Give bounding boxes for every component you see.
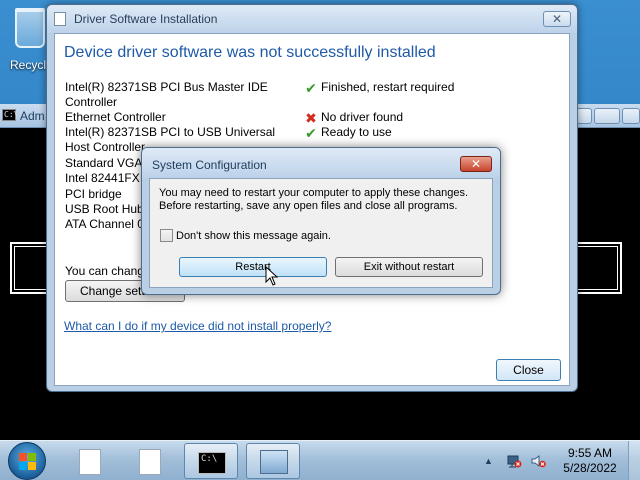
help-link[interactable]: What can I do if my device did not insta… xyxy=(64,319,331,333)
show-desktop-button[interactable] xyxy=(628,441,640,480)
close-icon[interactable]: ✕ xyxy=(460,156,492,172)
status-text: Finished, restart required xyxy=(321,80,455,94)
document-icon xyxy=(139,449,161,475)
exit-without-restart-button[interactable]: Exit without restart xyxy=(335,257,483,277)
list-item: Ethernet Controller ✖ No driver found xyxy=(63,110,553,125)
device-name: Intel(R) 82371SB PCI Bus Master IDE Cont… xyxy=(65,80,268,109)
device-name: Ethernet Controller xyxy=(65,110,166,124)
system-clock[interactable]: 9:55 AM 5/28/2022 xyxy=(560,446,620,476)
device-status: ✔ Finished, restart required xyxy=(303,80,503,95)
taskbar-document-1[interactable] xyxy=(62,443,116,479)
clock-time: 9:55 AM xyxy=(567,446,613,460)
driver-install-titlebar[interactable]: Driver Software Installation ✕ xyxy=(47,5,577,33)
console-title: Adm xyxy=(20,109,45,123)
volume-muted-icon[interactable] xyxy=(530,453,546,469)
windows-logo-icon xyxy=(19,453,37,471)
x-icon: ✖ xyxy=(305,110,317,126)
dialog-body: You may need to restart your computer to… xyxy=(149,178,493,288)
network-icon[interactable] xyxy=(506,453,522,469)
check-icon: ✔ xyxy=(305,80,317,96)
taskbar-driver-install[interactable] xyxy=(246,443,300,479)
maximize-button[interactable] xyxy=(594,108,620,124)
page-title: Device driver software was not successfu… xyxy=(64,44,436,61)
status-text: No driver found xyxy=(321,110,404,124)
taskbar-command-prompt[interactable]: C:\ xyxy=(184,443,238,479)
document-icon xyxy=(54,12,66,26)
driver-install-title: Driver Software Installation xyxy=(74,12,218,26)
close-button[interactable] xyxy=(622,108,640,124)
restart-button[interactable]: Restart xyxy=(179,257,327,277)
dialog-titlebar[interactable]: System Configuration ✕ xyxy=(142,148,500,178)
command-prompt-icon: C:\ xyxy=(198,452,226,474)
clock-date: 5/28/2022 xyxy=(563,461,617,475)
device-status: ✖ No driver found xyxy=(303,110,503,125)
start-button[interactable] xyxy=(8,442,46,480)
mouse-cursor-icon xyxy=(265,266,279,286)
check-icon: ✔ xyxy=(305,125,317,141)
device-status: ✔ Ready to use xyxy=(303,125,503,140)
recycle-bin-icon xyxy=(15,8,45,48)
dialog-title: System Configuration xyxy=(152,158,267,172)
taskbar: C:\ ▲ 9:55 AM 5/28/2022 xyxy=(0,440,640,480)
close-button[interactable]: Close xyxy=(496,359,561,381)
command-prompt-icon: C:\ xyxy=(2,109,19,121)
list-item: Intel(R) 82371SB PCI Bus Master IDE Cont… xyxy=(63,80,553,110)
dont-show-again-label[interactable]: Don't show this message again. xyxy=(176,230,331,242)
device-install-icon xyxy=(260,450,288,474)
dialog-message: You may need to restart your computer to… xyxy=(159,187,468,212)
dont-show-again-checkbox[interactable] xyxy=(160,229,173,242)
change-settings-text: You can chang xyxy=(65,264,144,278)
document-icon xyxy=(79,449,101,475)
close-icon[interactable]: ✕ xyxy=(543,11,571,27)
taskbar-document-2[interactable] xyxy=(122,443,176,479)
status-text: Ready to use xyxy=(321,125,392,139)
system-configuration-dialog: System Configuration ✕ You may need to r… xyxy=(141,147,501,295)
show-hidden-icons-icon[interactable]: ▲ xyxy=(484,456,493,466)
